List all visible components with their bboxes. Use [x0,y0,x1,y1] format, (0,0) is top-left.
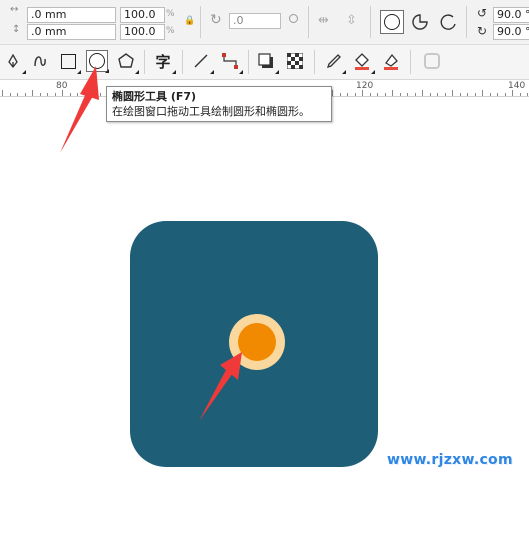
tooltip: 椭圆形工具 (F7) 在绘图窗口拖动工具绘制圆形和椭圆形。 [106,86,332,122]
arrow-to-circle [199,352,242,421]
tooltip-description: 在绘图窗口拖动工具绘制圆形和椭圆形。 [112,105,310,118]
arrow-to-ellipse-tool [60,66,99,153]
tooltip-title: 椭圆形工具 (F7) [112,90,197,103]
watermark: www.rjzxw.com [387,452,513,468]
